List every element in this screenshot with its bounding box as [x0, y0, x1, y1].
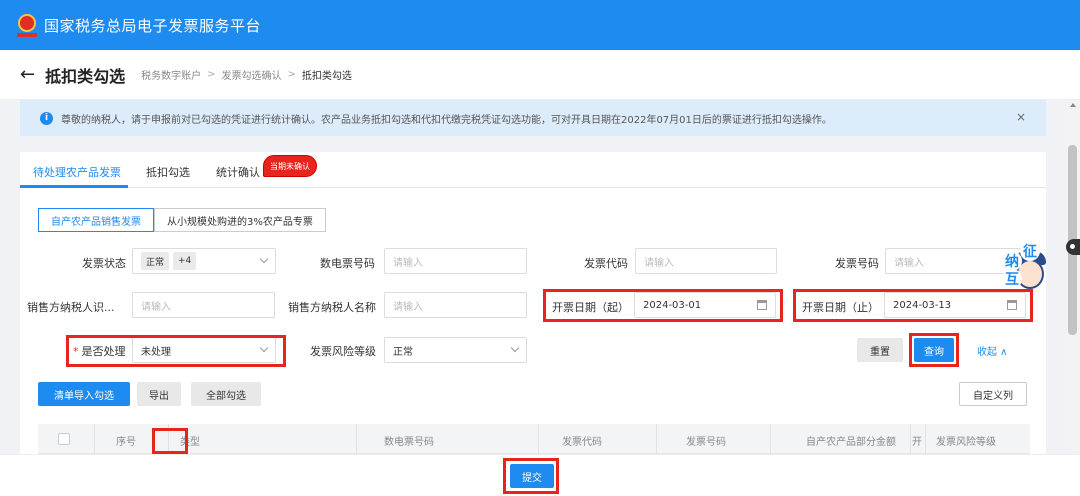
highlight-type-column: [152, 428, 188, 454]
side-panel-handle[interactable]: [1066, 239, 1080, 255]
status-tag-more: +4: [173, 252, 197, 270]
seller-name-label: 销售方纳税人名称: [288, 301, 376, 314]
tab-pending-agri-invoices[interactable]: 待处理农产品发票: [33, 164, 121, 180]
invoice-status-label: 发票状态: [82, 257, 126, 270]
seller-name-input[interactable]: 请输入: [384, 292, 527, 318]
highlight-query: [909, 333, 959, 367]
e-invoice-no-label: 数电票号码: [320, 257, 375, 270]
notice-banner: i 尊敬的纳税人，请于申报前对已勾选的凭证进行统计确认。农产品业务抵扣勾选和代扣…: [20, 100, 1046, 136]
risk-level-value: 正常: [393, 346, 413, 358]
active-tab-indicator: [20, 185, 128, 188]
breadcrumb-item-tax-account[interactable]: 税务数字账户: [141, 67, 201, 82]
reset-button[interactable]: 重置: [857, 338, 903, 362]
breadcrumb-item-current: 抵扣类勾选: [301, 71, 352, 82]
scroll-up-icon[interactable]: [1070, 103, 1076, 107]
breadcrumb-item-invoice-confirm[interactable]: 发票勾选确认: [222, 67, 282, 82]
risk-level-select[interactable]: 正常: [384, 337, 527, 363]
column-header-e-invoice-no[interactable]: 数电票号码: [384, 433, 434, 448]
page-header: ← 抵扣类勾选 税务数字账户 > 发票勾选确认 > 抵扣类勾选: [0, 50, 1080, 100]
seller-tax-id-label: 销售方纳税人识...: [27, 301, 115, 314]
column-divider: [656, 424, 657, 454]
back-arrow-icon[interactable]: ←: [20, 64, 35, 85]
import-select-button[interactable]: 清单导入勾选: [38, 382, 130, 406]
column-divider: [356, 424, 357, 454]
column-header-truncated[interactable]: 开: [912, 433, 922, 448]
column-header-invoice-code[interactable]: 发票代码: [562, 433, 602, 448]
column-divider: [94, 424, 95, 454]
app-title: 国家税务总局电子发票服务平台: [44, 16, 262, 35]
seller-tax-id-input[interactable]: 请输入: [132, 292, 275, 318]
column-divider: [910, 424, 911, 454]
highlight-submit: [503, 458, 559, 494]
select-all-checkbox[interactable]: [58, 433, 70, 445]
custom-columns-button[interactable]: 自定义列: [959, 382, 1027, 406]
invoice-code-input[interactable]: 请输入: [635, 248, 777, 274]
close-icon[interactable]: ×: [1016, 110, 1026, 124]
status-tag: 正常: [141, 252, 170, 270]
status-badge: 当期未确认: [263, 155, 317, 177]
subtab-group: 自产农产品销售发票 从小规模处购进的3%农产品专票: [38, 208, 326, 232]
highlight-date-start: [543, 289, 783, 322]
highlight-processed: [66, 335, 286, 367]
tab-bar: 待处理农产品发票 抵扣勾选 统计确认 当期未确认: [20, 152, 1046, 188]
column-header-invoice-no[interactable]: 发票号码: [686, 433, 726, 448]
chevron-down-icon: [259, 254, 269, 264]
footer-bar: 提交: [0, 454, 1080, 496]
subtab-small-scale-3pct[interactable]: 从小规模处购进的3%农产品专票: [154, 208, 326, 232]
invoice-code-label: 发票代码: [584, 257, 628, 270]
collapse-toggle[interactable]: 收起 ∧: [977, 343, 1008, 358]
chevron-down-icon: [510, 343, 520, 353]
assistant-mascot[interactable]: 征 纳 互: [1000, 241, 1046, 303]
tab-stat-confirm[interactable]: 统计确认: [216, 164, 260, 180]
highlight-date-end: [793, 289, 1033, 322]
column-header-index: 序号: [116, 437, 136, 448]
invoice-status-select[interactable]: 正常 +4: [132, 248, 276, 274]
tab-deduction-select[interactable]: 抵扣勾选: [146, 164, 190, 180]
notice-text: 尊敬的纳税人，请于申报前对已勾选的凭证进行统计确认。农产品业务抵扣勾选和代扣代缴…: [61, 114, 832, 126]
main-card: 待处理农产品发票 抵扣勾选 统计确认 当期未确认 自产农产品销售发票 从小规模处…: [20, 152, 1046, 454]
select-all-button[interactable]: 全部勾选: [191, 382, 261, 406]
info-icon: i: [40, 111, 53, 125]
column-header-risk-level[interactable]: 发票风险等级: [936, 433, 996, 448]
column-divider: [770, 424, 771, 454]
mascot-char-3: 互: [1002, 269, 1022, 289]
e-invoice-no-input[interactable]: 请输入: [384, 248, 527, 274]
top-bar: 国家税务总局电子发票服务平台: [0, 0, 1080, 50]
chevron-right-icon: >: [287, 69, 296, 80]
mascot-char-2: 纳: [1002, 251, 1022, 271]
risk-level-label: 发票风险等级: [310, 345, 376, 358]
column-divider: [925, 424, 926, 454]
column-header-agri-amount[interactable]: 自产农产品部分金额: [806, 433, 896, 448]
subtab-self-produced[interactable]: 自产农产品销售发票: [38, 208, 154, 232]
column-divider: [538, 424, 539, 454]
chevron-right-icon: >: [207, 69, 216, 80]
page-title: 抵扣类勾选: [45, 66, 126, 86]
invoice-no-label: 发票号码: [835, 257, 879, 270]
tax-emblem-icon: [16, 12, 38, 38]
mascot-char-1: 征: [1020, 241, 1040, 261]
breadcrumb: 税务数字账户 > 发票勾选确认 > 抵扣类勾选: [141, 67, 352, 82]
export-button[interactable]: 导出: [137, 382, 181, 406]
